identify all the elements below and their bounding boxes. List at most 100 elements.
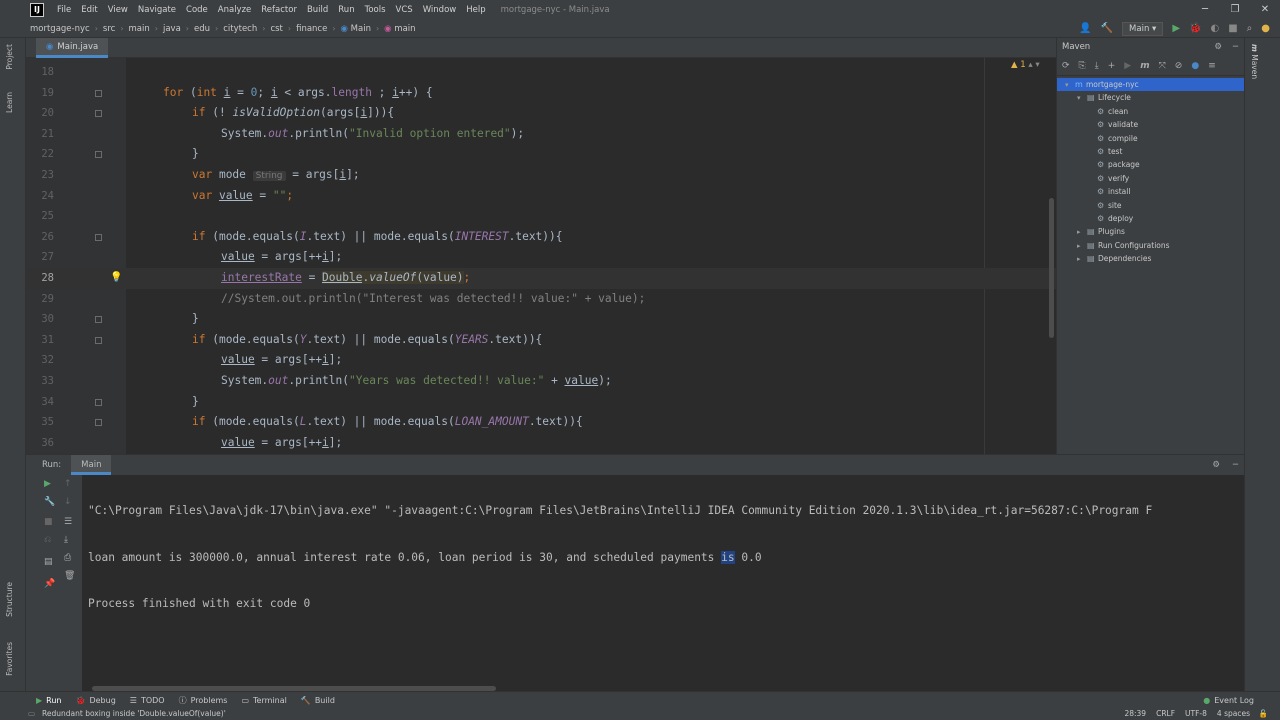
breadcrumb-class-main[interactable]: ◉ Main: [341, 24, 371, 34]
maven-goal-site[interactable]: ⚙ site: [1057, 199, 1244, 212]
fold-icon[interactable]: [95, 419, 102, 427]
lightbulb-icon[interactable]: 💡: [110, 272, 122, 283]
scroll-down-icon[interactable]: ↓: [64, 497, 72, 507]
toolwindow-build[interactable]: 🔨 Build: [301, 696, 335, 705]
build-hammer-icon[interactable]: 🔨: [1101, 20, 1113, 38]
maven-goal-test[interactable]: ⚙ test: [1057, 145, 1244, 158]
toolwindow-terminal[interactable]: ▭ Terminal: [241, 696, 286, 705]
search-icon[interactable]: ⌕: [1247, 20, 1253, 38]
hide-panel-icon[interactable]: ─: [1233, 460, 1238, 470]
wrench-icon[interactable]: 🔧: [44, 497, 55, 507]
menu-build[interactable]: Build: [302, 5, 333, 15]
fold-icon[interactable]: [95, 398, 102, 406]
maven-project-node[interactable]: ▾ m mortgage-nyc: [1057, 78, 1244, 92]
fold-icon[interactable]: [95, 316, 102, 324]
toolwindow-todo[interactable]: ☰ TODO: [130, 696, 165, 705]
menu-edit[interactable]: Edit: [76, 5, 102, 15]
add-icon[interactable]: +: [1108, 61, 1116, 71]
breadcrumb-src[interactable]: src: [103, 24, 115, 34]
toolwindow-run[interactable]: ▶ Run: [36, 696, 62, 705]
project-tool-tab[interactable]: Project: [5, 44, 14, 70]
menu-navigate[interactable]: Navigate: [133, 5, 181, 15]
maven-lifecycle-node[interactable]: ▾ ▤ Lifecycle: [1057, 91, 1244, 104]
debug-icon[interactable]: 🐞: [1189, 20, 1201, 38]
settings-gear-icon[interactable]: ⚙: [1212, 460, 1220, 470]
hide-panel-icon[interactable]: ─: [1233, 38, 1238, 56]
menu-analyze[interactable]: Analyze: [213, 5, 257, 15]
stop-icon[interactable]: ■: [44, 517, 53, 527]
collapse-all-icon[interactable]: ≡: [1208, 61, 1216, 71]
coverage-icon[interactable]: ◐: [1210, 20, 1219, 38]
fold-icon[interactable]: [95, 89, 102, 97]
close-icon[interactable]: ✕: [1250, 0, 1280, 20]
restore-layout-icon[interactable]: ⎌: [44, 535, 51, 545]
maven-run-configurations-node[interactable]: ▸ ▤ Run Configurations: [1057, 239, 1244, 252]
editor-scrollbar[interactable]: [1049, 198, 1054, 338]
fold-icon[interactable]: [95, 110, 102, 118]
scroll-up-icon[interactable]: ↑: [64, 479, 72, 489]
fold-icon[interactable]: [95, 151, 102, 159]
breadcrumb-cst[interactable]: cst: [270, 24, 282, 34]
menu-run[interactable]: Run: [333, 5, 359, 15]
run-goal-icon[interactable]: ▶: [1124, 61, 1131, 71]
generate-sources-icon[interactable]: ⎘: [1079, 61, 1086, 71]
restore-icon[interactable]: ❐: [1220, 0, 1250, 20]
lock-icon[interactable]: 🔓: [1259, 708, 1268, 720]
caret-position[interactable]: 28:39: [1124, 708, 1146, 720]
maven-tool-tab[interactable]: m Maven: [1250, 44, 1259, 79]
run-icon[interactable]: ▶: [1172, 20, 1180, 38]
scroll-to-end-icon[interactable]: ⤓: [64, 535, 68, 545]
console-output[interactable]: "C:\Program Files\Java\jdk-17\bin\java.e…: [88, 475, 1244, 641]
breadcrumb-main[interactable]: main: [129, 24, 150, 34]
event-log-button[interactable]: ● Event Log: [1203, 696, 1254, 705]
update-icon[interactable]: ●: [1261, 20, 1270, 38]
maven-goal-deploy[interactable]: ⚙ deploy: [1057, 212, 1244, 225]
execute-goal-icon[interactable]: m: [1140, 61, 1149, 71]
file-encoding[interactable]: UTF-8: [1185, 708, 1207, 720]
learn-tool-tab[interactable]: Learn: [5, 92, 14, 113]
favorites-tool-tab[interactable]: Favorites: [5, 642, 14, 676]
maven-goal-verify[interactable]: ⚙ verify: [1057, 172, 1244, 185]
menu-window[interactable]: Window: [418, 5, 462, 15]
minimize-icon[interactable]: ─: [1190, 0, 1220, 20]
code-editor[interactable]: ▲ 1 ▴ ▾ 18 19 for (int i = 0; i < args.le…: [26, 58, 1056, 454]
maven-goal-clean[interactable]: ⚙ clean: [1057, 105, 1244, 118]
menu-help[interactable]: Help: [461, 5, 490, 15]
toolwindow-debug[interactable]: 🐞 Debug: [76, 696, 116, 705]
fold-icon[interactable]: [95, 233, 102, 241]
clear-all-icon[interactable]: 🗑: [64, 571, 75, 581]
skip-tests-icon[interactable]: ⊘: [1175, 61, 1183, 71]
rerun-icon[interactable]: ▶: [44, 479, 51, 489]
menu-vcs[interactable]: VCS: [391, 5, 418, 15]
run-configuration-select[interactable]: Main ▾: [1122, 22, 1164, 36]
tab-main-java[interactable]: ◉ Main.java: [36, 38, 109, 58]
stop-icon[interactable]: ■: [1228, 20, 1237, 38]
pin-icon[interactable]: 📌: [44, 579, 55, 589]
line-separator[interactable]: CRLF: [1156, 708, 1175, 720]
breadcrumb-method-main[interactable]: ◉ main: [384, 24, 415, 34]
settings-gear-icon[interactable]: ⚙: [1214, 38, 1222, 56]
breadcrumb-project[interactable]: mortgage-nyc: [30, 24, 90, 34]
maven-plugins-node[interactable]: ▸ ▤ Plugins: [1057, 225, 1244, 238]
fold-icon[interactable]: [95, 336, 102, 344]
breadcrumb-citytech[interactable]: citytech: [223, 24, 257, 34]
menu-refactor[interactable]: Refactor: [256, 5, 302, 15]
print-icon[interactable]: ⎙: [64, 553, 71, 563]
show-dependencies-icon[interactable]: ●: [1191, 61, 1199, 71]
download-icon[interactable]: ⤓: [1095, 61, 1099, 71]
maven-goal-install[interactable]: ⚙ install: [1057, 185, 1244, 198]
structure-tool-tab[interactable]: Structure: [5, 582, 14, 617]
toggle-tool-windows-icon[interactable]: ▭: [28, 708, 35, 720]
toolwindow-problems[interactable]: ⓘ Problems: [179, 695, 228, 706]
indent-setting[interactable]: 4 spaces: [1217, 708, 1250, 720]
maven-goal-package[interactable]: ⚙ package: [1057, 158, 1244, 171]
menu-file[interactable]: File: [52, 5, 76, 15]
breadcrumb-java[interactable]: java: [163, 24, 181, 34]
reload-icon[interactable]: ⟳: [1062, 61, 1070, 71]
toggle-offline-icon[interactable]: ⤧: [1159, 61, 1166, 71]
maven-dependencies-node[interactable]: ▸ ▤ Dependencies: [1057, 252, 1244, 265]
menu-view[interactable]: View: [103, 5, 133, 15]
menu-code[interactable]: Code: [181, 5, 213, 15]
menu-tools[interactable]: Tools: [360, 5, 391, 15]
user-icon[interactable]: 👤: [1079, 20, 1091, 38]
